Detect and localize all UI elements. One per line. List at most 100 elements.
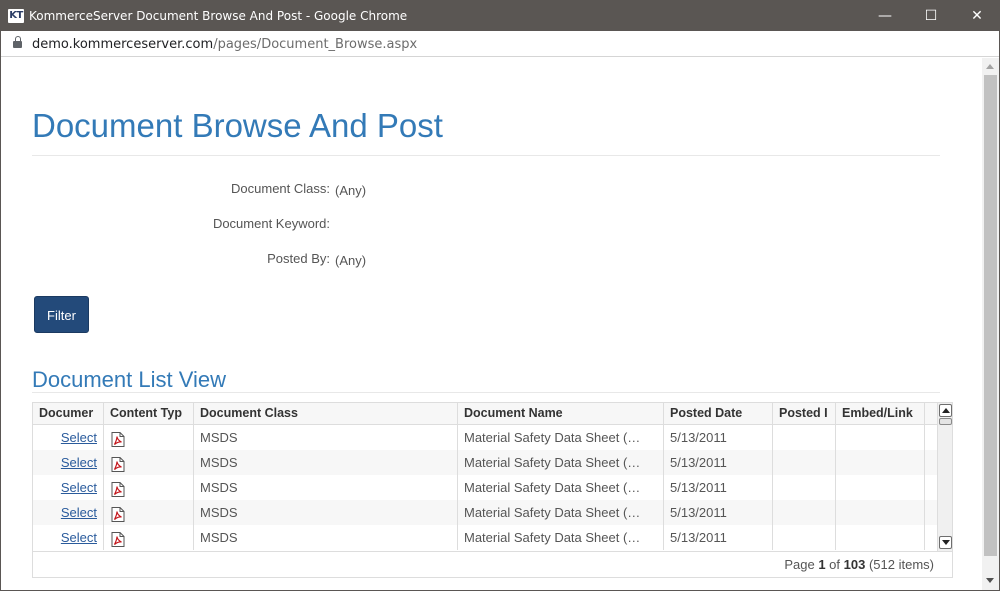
cell-embed-link (835, 425, 924, 450)
cell-document-name: Material Safety Data Sheet (… (457, 500, 663, 525)
select-link[interactable]: Select (61, 430, 97, 445)
page-scroll-up-icon[interactable] (986, 64, 994, 69)
cell-posted-date: 5/13/2011 (663, 500, 772, 525)
cell-spacer (924, 425, 937, 450)
pdf-icon[interactable] (111, 430, 125, 447)
col-header-content-type[interactable]: Content Typ (103, 403, 193, 425)
cell-spacer (924, 500, 937, 525)
cell-embed-link (835, 525, 924, 550)
url-text[interactable]: demo.kommerceserver.com/pages/Document_B… (32, 37, 417, 52)
cell-content-type (103, 500, 193, 525)
document-class-label: Document Class: (231, 181, 330, 196)
col-header-posted-by[interactable]: Posted I (772, 403, 835, 425)
cell-document-class: MSDS (193, 425, 457, 450)
cell-embed-link (835, 500, 924, 525)
grid-scrollbar[interactable] (937, 403, 952, 551)
cell-posted-by (772, 525, 835, 550)
cell-action: Select (33, 450, 103, 475)
select-link[interactable]: Select (61, 455, 97, 470)
grid-scroll-up-button[interactable] (939, 404, 952, 417)
page-scroll-down-icon[interactable] (986, 578, 994, 583)
cell-posted-date: 5/13/2011 (663, 450, 772, 475)
cell-action: Select (33, 425, 103, 450)
pdf-icon[interactable] (111, 480, 125, 497)
cell-content-type (103, 525, 193, 550)
grid-header: Documer Content Typ Document Class Docum… (33, 403, 937, 425)
app-logo-icon: KT (8, 9, 24, 23)
url-path: /pages/Document_Browse.aspx (213, 37, 418, 52)
section-title: Document List View (32, 367, 227, 392)
posted-by-select[interactable]: (Any) (335, 253, 366, 268)
table-row: Select MSDS Material Safety Data Sheet (… 5… (33, 425, 937, 450)
cell-document-name: Material Safety Data Sheet (… (457, 425, 663, 450)
col-header-document-class[interactable]: Document Class (193, 403, 457, 425)
page-scrollbar[interactable] (982, 58, 999, 590)
document-class-select[interactable]: (Any) (335, 183, 366, 198)
grid-scroll-down-button[interactable] (939, 536, 952, 549)
col-header-posted-date[interactable]: Posted Date (663, 403, 772, 425)
cell-document-name: Material Safety Data Sheet (… (457, 525, 663, 550)
col-header-embed-link[interactable]: Embed/Link (835, 403, 924, 425)
cell-content-type (103, 450, 193, 475)
page-title: Document Browse And Post (32, 107, 443, 144)
pager-of: of (829, 557, 841, 572)
col-header-spacer (924, 403, 937, 425)
cell-action: Select (33, 525, 103, 550)
table-row: Select MSDS Material Safety Data Sheet (… 5… (33, 475, 937, 500)
table-row: Select MSDS Material Safety Data Sheet (… 5… (33, 500, 937, 525)
page-viewport: Document Browse And Post Document Class:… (1, 58, 999, 590)
cell-posted-date: 5/13/2011 (663, 475, 772, 500)
cell-document-name: Material Safety Data Sheet (… (457, 475, 663, 500)
cell-action: Select (33, 500, 103, 525)
cell-action: Select (33, 475, 103, 500)
cell-document-name: Material Safety Data Sheet (… (457, 450, 663, 475)
section-divider (32, 392, 940, 393)
select-link[interactable]: Select (61, 505, 97, 520)
cell-spacer (924, 525, 937, 550)
cell-spacer (924, 475, 937, 500)
address-bar[interactable]: demo.kommerceserver.com/pages/Document_B… (1, 31, 999, 57)
cell-content-type (103, 425, 193, 450)
pdf-icon[interactable] (111, 530, 125, 547)
pdf-icon[interactable] (111, 505, 125, 522)
grid-pager: Page 1 of 103 (512 items) (33, 551, 952, 577)
pager-current-page: 1 (818, 557, 826, 572)
cell-embed-link (835, 475, 924, 500)
cell-document-class: MSDS (193, 500, 457, 525)
cell-posted-by (772, 450, 835, 475)
minimize-button[interactable]: — (862, 1, 908, 31)
cell-content-type (103, 475, 193, 500)
select-link[interactable]: Select (61, 530, 97, 545)
select-link[interactable]: Select (61, 480, 97, 495)
cell-document-class: MSDS (193, 450, 457, 475)
cell-document-class: MSDS (193, 525, 457, 550)
document-keyword-input[interactable] (335, 216, 535, 231)
page-scroll-thumb[interactable] (984, 75, 997, 556)
cell-posted-by (772, 425, 835, 450)
cell-embed-link (835, 450, 924, 475)
filter-button[interactable]: Filter (34, 296, 89, 333)
maximize-button[interactable]: ☐ (908, 1, 954, 31)
title-bar: KT KommerceServer Document Browse And Po… (1, 1, 999, 31)
cell-posted-by (772, 475, 835, 500)
url-host: demo.kommerceserver.com (32, 37, 214, 52)
lock-icon[interactable] (13, 36, 22, 49)
posted-by-label: Posted By: (267, 251, 330, 266)
title-divider (32, 155, 940, 156)
pager-total-pages: 103 (843, 557, 866, 572)
pager-prefix: Page (784, 557, 815, 572)
cell-posted-date: 5/13/2011 (663, 425, 772, 450)
document-grid: Documer Content Typ Document Class Docum… (32, 402, 953, 578)
cell-posted-by (772, 500, 835, 525)
cell-posted-date: 5/13/2011 (663, 525, 772, 550)
pager-item-count: (512 items) (868, 557, 934, 572)
table-row: Select MSDS Material Safety Data Sheet (… 5… (33, 525, 937, 550)
pager-text: Page 1 of 103 (512 items) (784, 557, 934, 572)
col-header-document-name[interactable]: Document Name (457, 403, 663, 425)
table-row: Select MSDS Material Safety Data Sheet (… 5… (33, 450, 937, 475)
pdf-icon[interactable] (111, 455, 125, 472)
grid-scroll-thumb[interactable] (939, 418, 952, 425)
window-title: KommerceServer Document Browse And Post … (29, 9, 408, 23)
col-header-document[interactable]: Documer (33, 403, 103, 425)
close-button[interactable]: ✕ (954, 1, 1000, 31)
